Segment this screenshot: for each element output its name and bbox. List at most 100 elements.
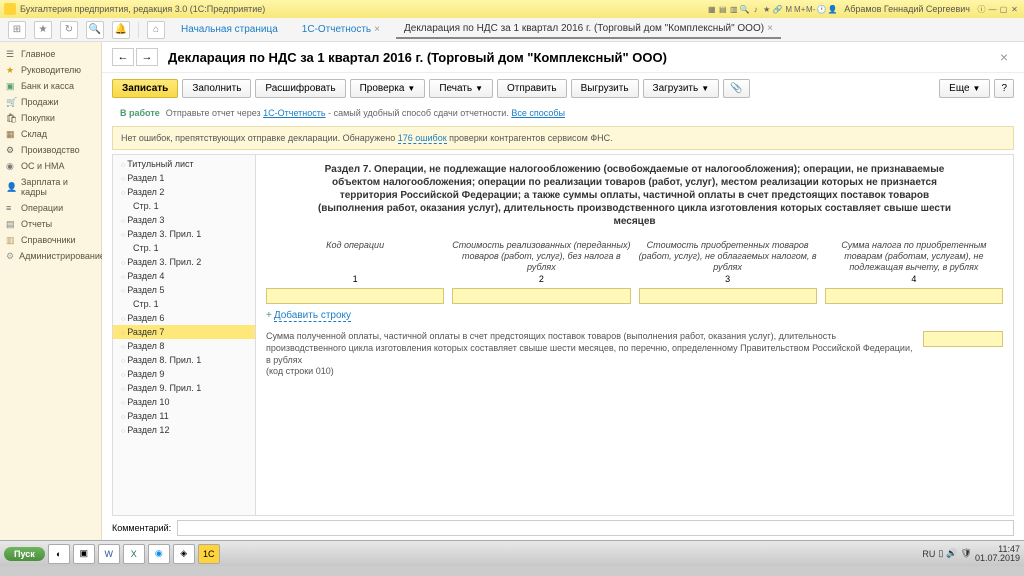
calc-icon[interactable]: ▤ [717, 4, 728, 15]
fav-star-icon[interactable]: ★ [34, 21, 52, 39]
nav-section-item[interactable]: Раздел 2 [113, 185, 255, 199]
more-button[interactable]: Еще▼ [939, 79, 990, 98]
user-name: Абрамов Геннадий Сергеевич [844, 4, 970, 14]
search-icon[interactable]: 🔍 [739, 4, 750, 15]
m-plus-icon[interactable]: M+ [794, 4, 805, 15]
nav-section-item[interactable]: Стр. 1 [113, 297, 255, 311]
nav-section-item[interactable]: Раздел 3 [113, 213, 255, 227]
check-button[interactable]: Проверка▼ [350, 79, 426, 98]
sidebar-item-refs[interactable]: Справочники [0, 232, 101, 248]
link-1c-reporting[interactable]: 1С-Отчетность [263, 108, 325, 118]
nav-section-item[interactable]: Стр. 1 [113, 241, 255, 255]
star-icon[interactable]: ★ [761, 4, 772, 15]
back-button[interactable]: ← [112, 48, 134, 66]
tab-home[interactable]: Начальная страница [173, 21, 286, 38]
sidebar-item-admin[interactable]: Администрирование [0, 248, 101, 264]
nav-section-item[interactable]: Раздел 1 [113, 171, 255, 185]
link-all-methods[interactable]: Все способы [511, 108, 565, 118]
print-button[interactable]: Печать▼ [429, 79, 493, 98]
nav-section-item[interactable]: Раздел 12 [113, 423, 255, 437]
input-col-2[interactable] [452, 288, 630, 304]
sidebar-item-sales[interactable]: Продажи [0, 94, 101, 110]
tab-reporting[interactable]: 1С-Отчетность× [294, 21, 388, 38]
nav-section-item[interactable]: Раздел 11 [113, 409, 255, 423]
nav-section-item[interactable]: Раздел 9 [113, 367, 255, 381]
nav-section-item[interactable]: Раздел 6 [113, 311, 255, 325]
maximize-icon[interactable]: ▢ [998, 4, 1009, 15]
sidebar-item-warehouse[interactable]: Склад [0, 126, 101, 142]
taskbar-teamviewer-icon[interactable]: ◉ [148, 544, 170, 564]
bell-nav-icon[interactable]: 🔔 [112, 21, 130, 39]
taskbar-explorer-icon[interactable]: ▣ [73, 544, 95, 564]
taskbar-word-icon[interactable]: W [98, 544, 120, 564]
input-col-1[interactable] [266, 288, 444, 304]
home-icon[interactable]: ⌂ [147, 21, 165, 39]
page-close-icon[interactable]: × [994, 49, 1014, 65]
help-button[interactable]: ? [994, 79, 1014, 98]
user-icon[interactable]: 👤 [827, 4, 838, 15]
sidebar-item-operations[interactable]: Операции [0, 200, 101, 216]
link-errors[interactable]: 176 ошибок [398, 133, 447, 144]
input-col-3[interactable] [639, 288, 817, 304]
tab-declaration[interactable]: Декларация по НДС за 1 квартал 2016 г. (… [396, 20, 781, 39]
search-nav-icon[interactable]: 🔍 [86, 21, 104, 39]
comment-input[interactable] [177, 520, 1014, 536]
input-line-010[interactable] [923, 331, 1003, 347]
tab-close-icon[interactable]: × [374, 24, 380, 35]
window-title: Бухгалтерия предприятия, редакция 3.0 (1… [20, 4, 706, 14]
add-row-link[interactable]: Добавить строку [274, 310, 351, 322]
sidebar-item-reports[interactable]: Отчеты [0, 216, 101, 232]
minimize-icon[interactable]: — [987, 4, 998, 15]
m-minus-icon[interactable]: M- [805, 4, 816, 15]
save-button[interactable]: Записать [112, 79, 178, 98]
nav-section-item[interactable]: Раздел 5 [113, 283, 255, 297]
forward-button[interactable]: → [136, 48, 158, 66]
download-button[interactable]: Загрузить▼ [643, 79, 720, 98]
m-icon[interactable]: M [783, 4, 794, 15]
clock-icon[interactable]: 🕐 [816, 4, 827, 15]
upload-button[interactable]: Выгрузить [571, 79, 639, 98]
history-icon[interactable]: ↻ [60, 21, 78, 39]
sidebar-item-purchases[interactable]: Покупки [0, 110, 101, 126]
input-col-4[interactable] [825, 288, 1003, 304]
main-sidebar: Главное Руководителю Банк и касса Продаж… [0, 42, 102, 540]
nav-section-item[interactable]: Раздел 8 [113, 339, 255, 353]
decrypt-button[interactable]: Расшифровать [255, 79, 345, 98]
grid-icon[interactable]: ▦ [706, 4, 717, 15]
start-button[interactable]: Пуск [4, 547, 45, 561]
taskbar-browser-icon[interactable]: ◐ [48, 544, 70, 564]
sidebar-item-production[interactable]: Производство [0, 142, 101, 158]
nav-section-item[interactable]: Раздел 7 [113, 325, 255, 339]
nav-section-item[interactable]: Раздел 8. Прил. 1 [113, 353, 255, 367]
tab-close-icon[interactable]: × [767, 23, 773, 34]
send-button[interactable]: Отправить [497, 79, 567, 98]
taskbar-app-icon[interactable]: ◈ [173, 544, 195, 564]
sidebar-item-bank[interactable]: Банк и касса [0, 78, 101, 94]
bell-icon[interactable]: ♪ [750, 4, 761, 15]
tray-clock[interactable]: 11:47 01.07.2019 [975, 545, 1020, 563]
nav-section-item[interactable]: Раздел 3. Прил. 2 [113, 255, 255, 269]
nav-section-item[interactable]: Титульный лист [113, 157, 255, 171]
fill-button[interactable]: Заполнить [182, 79, 251, 98]
sidebar-item-manager[interactable]: Руководителю [0, 62, 101, 78]
lang-indicator[interactable]: RU [922, 549, 935, 559]
tray-sound-icon[interactable]: 🔊 [946, 548, 957, 559]
sidebar-item-main[interactable]: Главное [0, 46, 101, 62]
nav-section-item[interactable]: Раздел 9. Прил. 1 [113, 381, 255, 395]
taskbar-excel-icon[interactable]: X [123, 544, 145, 564]
calendar-icon[interactable]: ▥ [728, 4, 739, 15]
close-icon[interactable]: ✕ [1009, 4, 1020, 15]
link-icon[interactable]: 🔗 [772, 4, 783, 15]
sidebar-item-os[interactable]: ОС и НМА [0, 158, 101, 174]
info-icon[interactable]: ⓘ [976, 4, 987, 15]
taskbar-1c-icon[interactable]: 1C [198, 544, 220, 564]
nav-section-item[interactable]: Раздел 3. Прил. 1 [113, 227, 255, 241]
tray-flag-icon[interactable]: ▯ [938, 548, 943, 559]
sidebar-item-salary[interactable]: Зарплата и кадры [0, 174, 101, 200]
tray-shield-icon[interactable]: 🛡 [961, 548, 972, 559]
apps-grid-icon[interactable]: ⊞ [8, 21, 26, 39]
nav-section-item[interactable]: Раздел 10 [113, 395, 255, 409]
nav-section-item[interactable]: Стр. 1 [113, 199, 255, 213]
attach-button[interactable]: 📎 [723, 79, 749, 98]
nav-section-item[interactable]: Раздел 4 [113, 269, 255, 283]
